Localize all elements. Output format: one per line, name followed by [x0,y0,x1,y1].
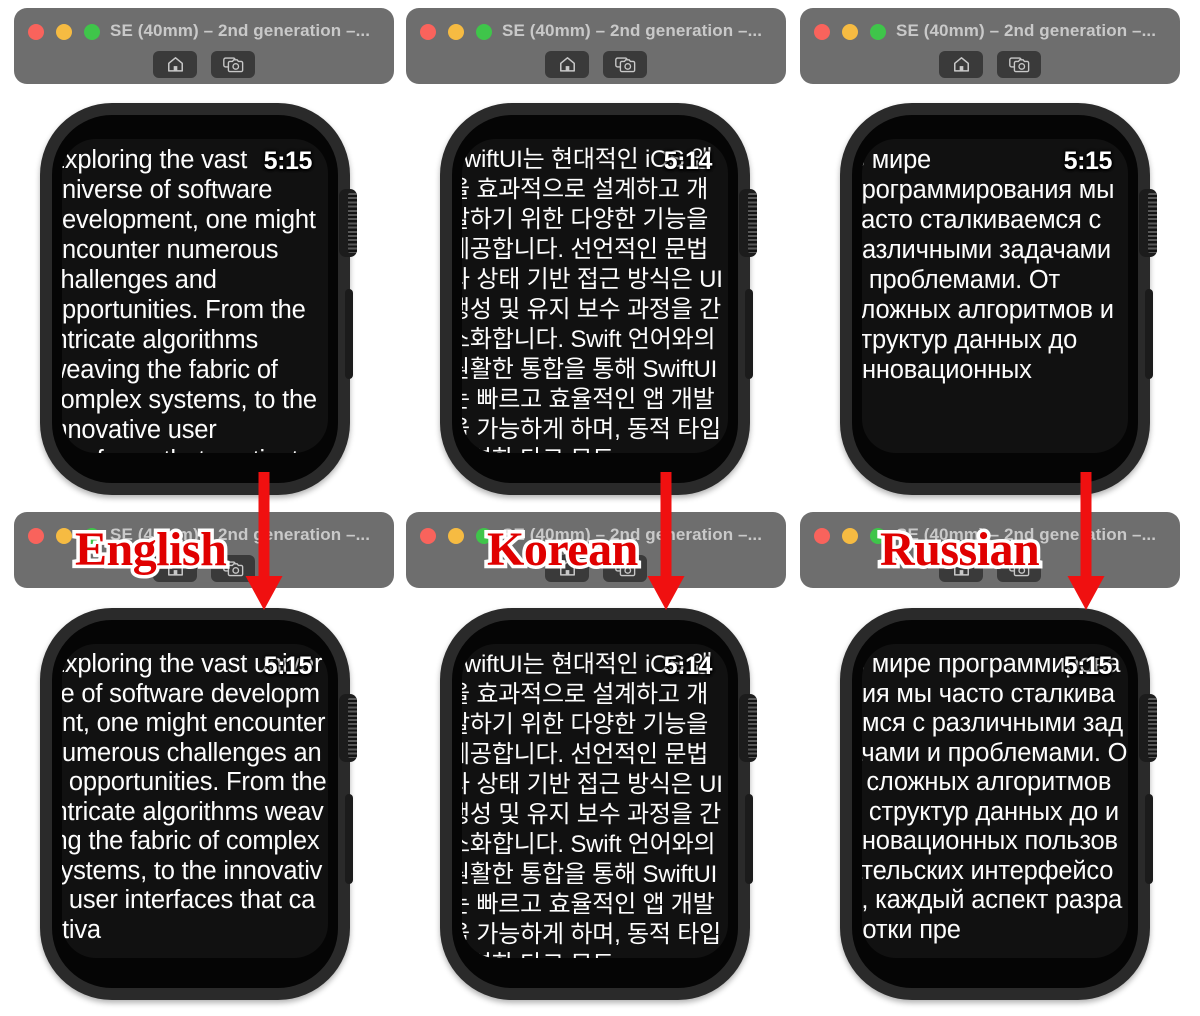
watch-body-text: SwiftUI는 현대적인 iOS 앱을 효과적으로 설계하고 개발하기 위한 … [462,146,723,453]
watch-device-korean-top: SwiftUI는 현대적인 iOS 앱을 효과적으로 설계하고 개발하기 위한 … [440,103,757,495]
traffic-lights [28,24,100,40]
side-button[interactable] [345,289,353,379]
side-button[interactable] [345,794,353,884]
watch-device-english-top: Exploring the vast universe of software … [40,103,357,495]
digital-crown[interactable] [339,189,357,257]
status-bar-time: 5:14 [663,147,713,175]
watch-screen[interactable]: Exploring the vast universe of software … [62,139,328,453]
watch-screen[interactable]: В мире программирования мы часто сталкив… [862,644,1128,958]
window-toolbar [406,51,786,78]
crown-ridges [1148,698,1157,758]
status-bar-time: 5:14 [663,652,713,680]
digital-crown[interactable] [339,694,357,762]
annotation-arrow-english [245,472,283,610]
side-button[interactable] [1145,794,1153,884]
home-icon [559,57,575,72]
traffic-lights [814,24,886,40]
camera-icon [222,57,243,73]
home-icon [167,57,183,72]
close-traffic-light[interactable] [814,528,830,544]
status-bar-time: 5:15 [1063,147,1113,175]
watch-device-russian-top: В мире программирования мы часто сталкив… [840,103,1157,495]
watch-body-text: В мире программирования мы часто сталкив… [862,146,1115,384]
minimize-traffic-light[interactable] [56,528,72,544]
crown-ridges [348,698,357,758]
status-bar-time: 5:15 [263,652,313,680]
traffic-lights [420,24,492,40]
side-button[interactable] [1145,289,1153,379]
window-title: SE (40mm) – 2nd generation –... [896,21,1157,40]
camera-icon [1008,57,1029,73]
close-traffic-light[interactable] [420,528,436,544]
simulator-window-1[interactable]: SE (40mm) – 2nd generation –... [14,8,394,84]
close-traffic-light[interactable] [28,528,44,544]
watch-screen[interactable]: SwiftUI는 현대적인 iOS 앱을 효과적으로 설계하고 개발하기 위한 … [462,139,728,453]
simulator-window-2[interactable]: SE (40mm) – 2nd generation –... [406,8,786,84]
minimize-traffic-light[interactable] [842,528,858,544]
crown-ridges [748,698,757,758]
zoom-traffic-light[interactable] [476,24,492,40]
minimize-traffic-light[interactable] [842,24,858,40]
watch-device-korean-bottom: SwiftUI는 현대적인 iOS 앱을 효과적으로 설계하고 개발하기 위한 … [440,608,757,1000]
home-button[interactable] [545,51,589,78]
minimize-traffic-light[interactable] [448,24,464,40]
watch-screen[interactable]: Exploring the vast universe of software … [62,644,328,958]
side-button[interactable] [745,289,753,379]
crown-ridges [1148,193,1157,253]
annotation-label-korean: Korean [484,520,642,580]
camera-icon [614,57,635,73]
digital-crown[interactable] [1139,694,1157,762]
close-traffic-light[interactable] [420,24,436,40]
watch-body-text: SwiftUI는 현대적인 iOS 앱을 효과적으로 설계하고 개발하기 위한 … [462,651,723,958]
watch-device-english-bottom: Exploring the vast universe of software … [40,608,357,1000]
minimize-traffic-light[interactable] [448,528,464,544]
screenshot-button[interactable] [997,51,1041,78]
home-button[interactable] [939,51,983,78]
digital-crown[interactable] [739,694,757,762]
annotation-arrow-russian [1067,472,1105,610]
simulator-window-3[interactable]: SE (40mm) – 2nd generation –... [800,8,1180,84]
screenshot-button[interactable] [211,51,255,78]
minimize-traffic-light[interactable] [56,24,72,40]
traffic-lights [420,528,492,544]
traffic-lights [814,528,886,544]
status-bar-time: 5:15 [263,147,313,175]
crown-ridges [348,193,357,253]
annotation-label-russian: Russian [876,520,1043,580]
watch-screen[interactable]: В мире программирования мы часто сталкив… [862,139,1128,453]
window-toolbar [14,51,394,78]
window-toolbar [800,51,1180,78]
watch-body-text: Exploring the vast universe of software … [62,650,327,944]
window-title: SE (40mm) – 2nd generation –... [110,21,371,40]
watch-screen[interactable]: SwiftUI는 현대적인 iOS 앱을 효과적으로 설계하고 개발하기 위한 … [462,644,728,958]
watch-body-text: Exploring the vast universe of software … [62,146,317,453]
close-traffic-light[interactable] [814,24,830,40]
watch-body-text: В мире программирования мы часто сталкив… [862,650,1128,944]
status-bar-time: 5:15 [1063,652,1113,680]
screenshot-button[interactable] [603,51,647,78]
close-traffic-light[interactable] [28,24,44,40]
zoom-traffic-light[interactable] [84,24,100,40]
home-button[interactable] [153,51,197,78]
digital-crown[interactable] [1139,189,1157,257]
window-title: SE (40mm) – 2nd generation –... [502,21,763,40]
annotation-arrow-korean [647,472,685,610]
side-button[interactable] [745,794,753,884]
annotation-label-english: English [71,520,230,580]
crown-ridges [748,193,757,253]
zoom-traffic-light[interactable] [870,24,886,40]
watch-device-russian-bottom: В мире программирования мы часто сталкив… [840,608,1157,1000]
digital-crown[interactable] [739,189,757,257]
home-icon [953,57,969,72]
